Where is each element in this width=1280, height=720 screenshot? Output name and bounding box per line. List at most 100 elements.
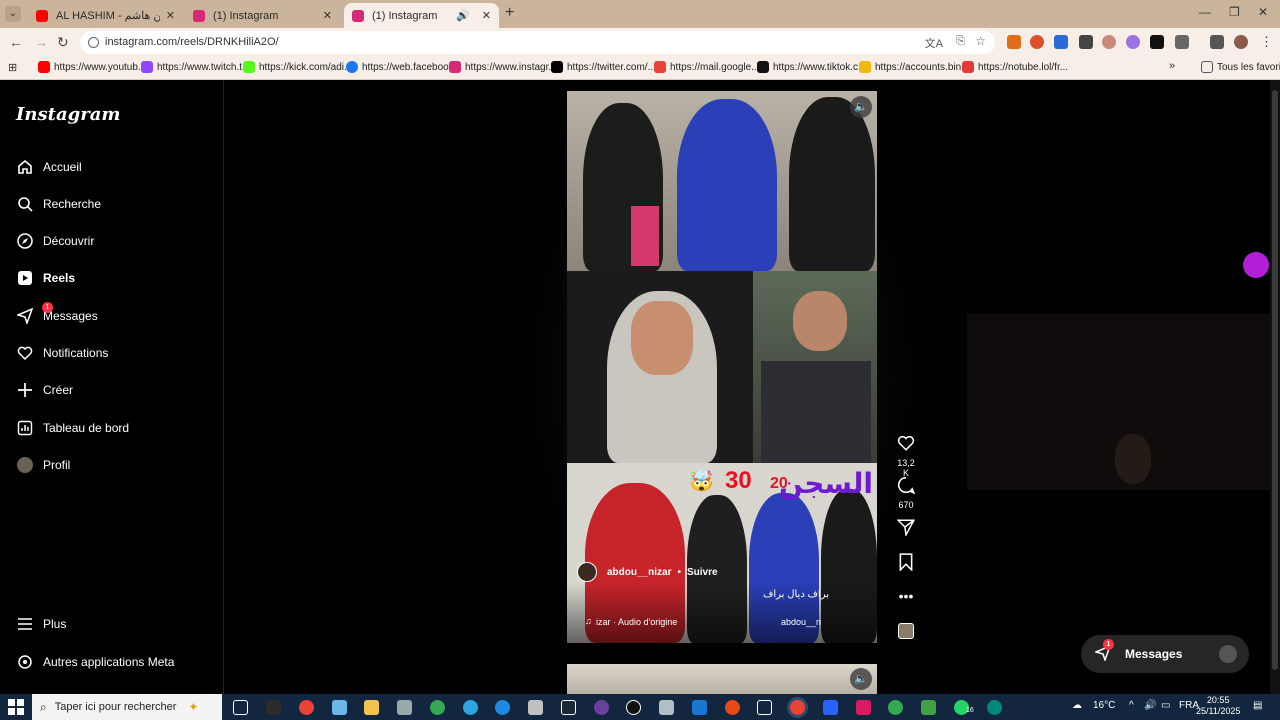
notifications-icon[interactable]: ▤ — [1253, 700, 1262, 711]
maximize-button[interactable]: ❐ — [1229, 5, 1240, 19]
close-icon[interactable]: ✕ — [166, 9, 175, 22]
edge-icon[interactable] — [495, 700, 510, 715]
translate-icon[interactable]: 文A — [925, 35, 943, 51]
extension-floating-button[interactable] — [1243, 252, 1269, 278]
nav-recherche[interactable]: Recherche — [16, 195, 101, 213]
reload-button[interactable]: ↻ — [57, 34, 69, 51]
copilot-icon[interactable]: ✦ — [188, 700, 198, 714]
tab-search-button[interactable]: ⌄ — [5, 6, 21, 22]
all-bookmarks[interactable]: Tous les favoris — [1201, 61, 1280, 73]
star-icon[interactable]: ☆ — [975, 34, 986, 48]
audio-tag[interactable]: abdou__n — [781, 617, 821, 627]
minimize-button[interactable]: — — [1199, 5, 1211, 19]
taskbar-search[interactable]: ⌕ Taper ici pour rechercher ✦ — [32, 694, 222, 720]
nav-creer[interactable]: Créer — [16, 381, 73, 399]
extension-icon[interactable] — [1054, 35, 1068, 49]
reel-caption[interactable]: براف ديال براف — [763, 589, 829, 600]
extension-icon[interactable] — [1102, 35, 1116, 49]
tab-youtube[interactable]: AL HASHIM - حسين هاشم - YouT ✕ — [28, 3, 183, 28]
bookmark-twitter[interactable]: https://twitter.com/... — [551, 61, 656, 73]
apps-icon[interactable]: ⊞ — [8, 61, 17, 74]
task-view-icon[interactable] — [233, 700, 248, 715]
reel-author[interactable]: abdou__nizar • Suivre — [577, 562, 718, 582]
app-icon[interactable] — [725, 700, 740, 715]
steam-icon[interactable] — [561, 700, 576, 715]
speaker-icon[interactable]: 🔊 — [456, 9, 470, 22]
bookmark-kick[interactable]: https://kick.com/adi... — [243, 61, 352, 73]
nav-notifications[interactable]: Notifications — [16, 344, 108, 362]
extension-icon[interactable] — [1126, 35, 1140, 49]
bookmark-twitch[interactable]: https://www.twitch.t... — [141, 61, 250, 73]
tab-instagram-1[interactable]: (1) Instagram ✕ — [185, 3, 340, 28]
author-username[interactable]: abdou__nizar — [607, 567, 671, 578]
app-icon[interactable] — [397, 700, 412, 715]
speaker-icon[interactable]: 🔈 — [850, 96, 872, 118]
nav-plus[interactable]: Plus — [16, 615, 66, 633]
nav-messages[interactable]: 1 Messages — [16, 302, 98, 325]
like-button[interactable]: 13,2 K — [893, 434, 919, 478]
app-icon[interactable] — [987, 700, 1002, 715]
comment-button[interactable]: 670 — [893, 476, 919, 510]
extension-icon[interactable] — [1150, 35, 1164, 49]
bookmark-tiktok[interactable]: https://www.tiktok.c... — [757, 61, 866, 73]
nav-reels[interactable]: Reels — [16, 269, 75, 287]
profile-avatar[interactable] — [1234, 35, 1248, 49]
windows-start-icon[interactable] — [8, 699, 24, 715]
media-icon[interactable] — [1210, 35, 1224, 49]
page-scrollbar[interactable] — [1270, 80, 1280, 694]
close-icon[interactable]: ✕ — [323, 9, 332, 22]
weather-icon[interactable]: ☁ — [1072, 700, 1082, 711]
network-icon[interactable]: ▭ — [1161, 700, 1170, 711]
app-icon[interactable] — [856, 700, 871, 715]
nav-accueil[interactable]: Accueil — [16, 158, 82, 176]
app-icon[interactable] — [823, 700, 838, 715]
follow-button[interactable]: Suivre — [687, 567, 718, 578]
speaker-icon[interactable]: 🔊 — [1144, 700, 1156, 711]
telegram-icon[interactable] — [463, 700, 478, 715]
audio-thumbnail[interactable] — [893, 623, 919, 644]
menu-icon[interactable]: ⋮ — [1260, 34, 1273, 50]
extension-icon[interactable] — [1030, 35, 1044, 49]
bookmark-facebook[interactable]: https://web.faceboo... — [346, 61, 457, 73]
next-reel-preview[interactable]: 🔈 — [567, 664, 877, 694]
more-bookmarks-icon[interactable]: » — [1169, 60, 1175, 72]
back-button[interactable]: ← — [9, 34, 23, 50]
share-button[interactable] — [893, 518, 919, 541]
app-icon[interactable] — [332, 700, 347, 715]
app-icon[interactable] — [659, 700, 674, 715]
epic-games-icon[interactable] — [266, 700, 281, 715]
bookmark-gmail[interactable]: https://mail.google... — [654, 61, 760, 73]
file-explorer-icon[interactable] — [364, 700, 379, 715]
nav-meta-apps[interactable]: Autres applications Meta — [16, 653, 174, 671]
tab-instagram-active[interactable]: (1) Instagram 🔊 ✕ — [344, 3, 499, 28]
new-tab-button[interactable]: + — [505, 4, 514, 22]
chrome-icon[interactable] — [299, 700, 314, 715]
avatar[interactable] — [577, 562, 597, 582]
taskbar-clock[interactable]: 20:55 25/11/2025 — [1196, 695, 1240, 717]
app-icon[interactable] — [528, 700, 543, 715]
chrome-icon[interactable] — [430, 700, 445, 715]
chevron-up-icon[interactable]: ^ — [1129, 700, 1134, 711]
puzzle-icon[interactable] — [1175, 35, 1189, 49]
close-window-button[interactable]: ✕ — [1258, 5, 1268, 19]
messages-pill[interactable]: 1 Messages — [1081, 635, 1249, 673]
site-info-icon[interactable] — [88, 37, 99, 48]
bookmark-notube[interactable]: https://notube.lol/fr... — [962, 61, 1068, 73]
nav-tableau-de-bord[interactable]: Tableau de bord — [16, 419, 129, 437]
bookmark-youtube[interactable]: https://www.youtub... — [38, 61, 146, 73]
close-icon[interactable]: ✕ — [482, 9, 491, 22]
calculator-icon[interactable] — [692, 700, 707, 715]
bookmark-binance[interactable]: https://accounts.bin... — [859, 61, 970, 73]
nav-decouvrir[interactable]: Découvrir — [16, 232, 94, 250]
bookmark-instagram[interactable]: https://www.instagr... — [449, 61, 557, 73]
speaker-icon[interactable]: 🔈 — [850, 668, 872, 690]
forward-button[interactable]: → — [34, 34, 48, 50]
app-icon[interactable] — [594, 700, 609, 715]
obs-icon[interactable] — [626, 700, 641, 715]
nav-profil[interactable]: Profil — [16, 456, 70, 474]
chrome-icon[interactable] — [790, 700, 805, 715]
chrome-icon[interactable] — [888, 700, 903, 715]
address-bar[interactable]: instagram.com/reels/DRNKHiliA2O/ 文A ⎘ ☆ — [80, 31, 995, 54]
scrollbar-thumb[interactable] — [1272, 90, 1278, 670]
metamask-icon[interactable] — [1007, 35, 1021, 49]
